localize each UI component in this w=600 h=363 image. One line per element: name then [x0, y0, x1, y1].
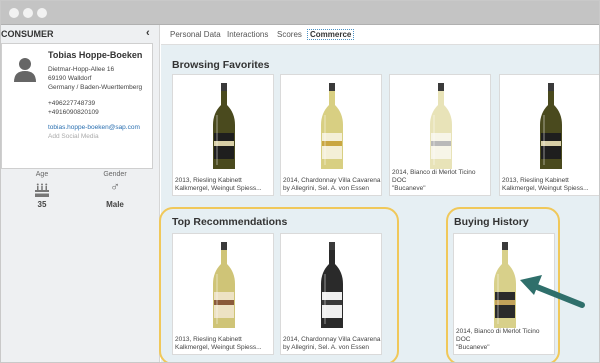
wine-bottle-image: [540, 83, 562, 169]
product-line2: by Allegrini, Sel. A. von Essen: [283, 185, 369, 192]
contact-city: 69190 Walldorf: [48, 75, 92, 82]
product-line2: Kalkmergel, Weingut Spiess...: [175, 185, 262, 192]
top-recommendations-title: Top Recommendations: [172, 216, 288, 228]
product-line1: 2014, Chardonnay Villa Cavarena: [283, 336, 381, 343]
product-tile[interactable]: 2013, Riesling Kabinett Kalkmergel, Weing…: [172, 233, 274, 355]
product-line1: 2014, Chardonnay Villa Cavarena: [283, 177, 381, 184]
avatar-icon: [14, 58, 36, 82]
product-tile[interactable]: 2013, Riesling Kabinett Kalkmergel, Weing…: [499, 74, 599, 196]
gender-label: Gender: [103, 171, 127, 178]
age-value: 35: [37, 200, 47, 209]
tab-interactions[interactable]: Interactions: [227, 30, 268, 39]
contact-street: Dietmar-Hopp-Allee 16: [48, 66, 115, 73]
collapse-panel-icon[interactable]: ‹: [146, 27, 150, 39]
window-close-button[interactable]: [9, 8, 19, 18]
tab-bar: Personal Data Interactions Scores Commer…: [161, 25, 599, 45]
annotation-arrow-icon: [520, 275, 585, 308]
product-line1: 2013, Riesling Kabinett: [502, 177, 569, 184]
product-line1: 2013, Riesling Kabinett: [175, 336, 242, 343]
contact-email-link[interactable]: tobias.hoppe-boeken@sap.com: [48, 124, 140, 131]
browsing-favorites-title: Browsing Favorites: [172, 59, 270, 71]
tab-scores[interactable]: Scores: [277, 30, 302, 39]
window-titlebar: [1, 1, 599, 25]
product-line2: "Bucaneve": [456, 344, 490, 351]
wine-bottle-image: [213, 242, 235, 328]
contact-phone: +496227748739: [48, 100, 96, 107]
age-label: Age: [35, 171, 49, 178]
product-line2: "Bucaneve": [392, 185, 426, 192]
product-tile[interactable]: 2014, Bianco di Merlot Ticino DOC "Bucane…: [389, 74, 491, 196]
product-line2: by Allegrini, Sel. A. von Essen: [283, 344, 369, 351]
contact-region: Germany / Baden-Wuerttemberg: [48, 84, 143, 91]
buying-history-title: Buying History: [454, 216, 529, 228]
wine-bottle-image: [213, 83, 235, 169]
product-line1: 2014, Bianco di Merlot Ticino DOC: [392, 169, 476, 184]
consumer-panel: CONSUMER ‹ Tobias Hoppe-Boeken Dietmar-H…: [1, 25, 160, 362]
product-line2: Kalkmergel, Weingut Spiess...: [175, 344, 262, 351]
window-minimize-button[interactable]: [23, 8, 33, 18]
wine-bottle-image: [430, 83, 452, 169]
app-window: CONSUMER ‹ Tobias Hoppe-Boeken Dietmar-H…: [0, 0, 600, 363]
product-tile[interactable]: 2013, Riesling Kabinett Kalkmergel, Weing…: [172, 74, 274, 196]
consumer-header: CONSUMER: [1, 29, 54, 39]
wine-bottle-image: [321, 242, 343, 328]
male-gender-icon: ♂: [110, 179, 120, 194]
add-social-media-link[interactable]: Add Social Media: [48, 133, 99, 140]
contact-card: Tobias Hoppe-Boeken Dietmar-Hopp-Allee 1…: [1, 43, 153, 169]
cake-icon: [35, 183, 49, 197]
product-tile[interactable]: 2014, Chardonnay Villa Cavarena by Allegr…: [280, 74, 382, 196]
gender-value: Male: [106, 200, 124, 209]
product-line2: Kalkmergel, Weingut Spiess...: [502, 185, 589, 192]
contact-mobile: +4916090820109: [48, 109, 99, 116]
product-line1: 2014, Bianco di Merlot Ticino DOC: [456, 328, 540, 343]
contact-name: Tobias Hoppe-Boeken: [48, 50, 143, 60]
product-line1: 2013, Riesling Kabinett: [175, 177, 242, 184]
tab-commerce[interactable]: Commerce: [307, 29, 355, 40]
wine-bottle-image: [321, 83, 343, 169]
window-maximize-button[interactable]: [37, 8, 47, 18]
tab-personal-data[interactable]: Personal Data: [170, 30, 221, 39]
product-tile[interactable]: 2014, Chardonnay Villa Cavarena by Allegr…: [280, 233, 382, 355]
